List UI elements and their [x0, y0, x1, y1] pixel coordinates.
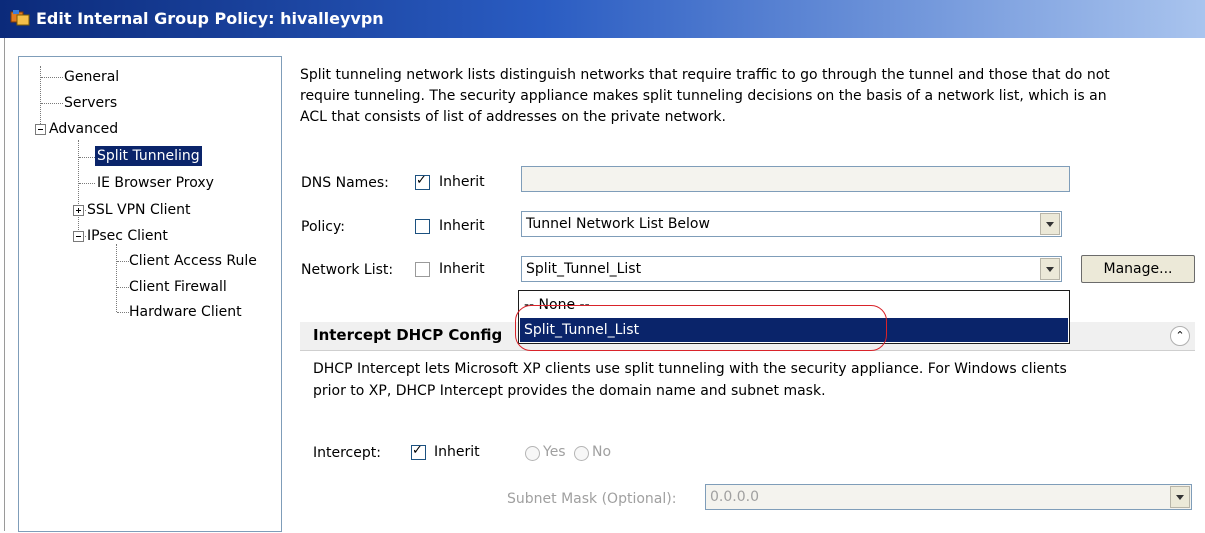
chevron-down-icon[interactable]	[1040, 213, 1060, 235]
tree-item-advanced[interactable]: Advanced	[49, 119, 118, 139]
dhcp-description-line: prior to XP, DHCP Intercept provides the…	[313, 383, 826, 399]
tree-line	[41, 77, 63, 78]
tree-line	[78, 140, 79, 238]
tree-item-hardware-client[interactable]: Hardware Client	[129, 302, 242, 322]
tree-line	[79, 157, 95, 158]
policy-select-value: Tunnel Network List Below	[526, 216, 710, 232]
collapse-ipsec-client-icon[interactable]	[73, 231, 84, 242]
intercept-inherit-label: Inherit	[434, 444, 480, 460]
intercept-yes-label: Yes	[543, 444, 566, 460]
policy-select[interactable]: Tunnel Network List Below	[521, 211, 1062, 237]
description-line: require tunneling. The security applianc…	[300, 88, 1107, 104]
policy-inherit-label: Inherit	[439, 218, 485, 234]
manage-button[interactable]: Manage...	[1081, 255, 1195, 283]
subnet-mask-label: Subnet Mask (Optional):	[507, 491, 677, 507]
tree-item-ipsec-client[interactable]: IPsec Client	[87, 226, 168, 246]
intercept-yes-radio[interactable]	[525, 446, 540, 461]
tree-line	[79, 183, 95, 184]
subnet-mask-select[interactable]: 0.0.0.0	[705, 484, 1192, 510]
tree-item-servers[interactable]: Servers	[64, 93, 117, 113]
chevron-down-icon[interactable]	[1040, 258, 1060, 280]
collapse-section-icon[interactable]: ⌃	[1170, 326, 1190, 346]
policy-label: Policy:	[301, 219, 345, 235]
intercept-no-radio[interactable]	[574, 446, 589, 461]
dns-names-label: DNS Names:	[301, 175, 389, 191]
network-list-inherit-checkbox[interactable]	[415, 262, 430, 277]
network-list-select-value: Split_Tunnel_List	[526, 261, 642, 277]
subnet-mask-value: 0.0.0.0	[710, 489, 759, 505]
dhcp-description: DHCP Intercept lets Microsoft XP clients…	[313, 358, 1183, 402]
network-list-select[interactable]: Split_Tunnel_List	[521, 256, 1062, 282]
policy-inherit-checkbox[interactable]	[415, 219, 430, 234]
intercept-no-label: No	[592, 444, 612, 460]
tree-item-client-access-rule[interactable]: Client Access Rule	[129, 251, 257, 271]
dns-names-field[interactable]	[521, 166, 1070, 192]
collapse-advanced-icon[interactable]	[35, 124, 46, 135]
tree-line	[117, 261, 129, 262]
dns-inherit-checkbox[interactable]	[415, 173, 430, 190]
dns-inherit-label: Inherit	[439, 174, 485, 190]
tree-item-general[interactable]: General	[64, 67, 119, 87]
tree-line	[41, 103, 63, 104]
dhcp-description-line: DHCP Intercept lets Microsoft XP clients…	[313, 361, 1067, 377]
window-title: Edit Internal Group Policy: hivalleyvpn	[36, 9, 384, 28]
app-icon	[10, 10, 30, 26]
intercept-label: Intercept:	[313, 445, 381, 461]
chevron-down-icon[interactable]	[1170, 486, 1190, 508]
description-line: Split tunneling network lists distinguis…	[300, 67, 1110, 83]
intercept-inherit-checkbox[interactable]	[411, 443, 426, 460]
description-line: ACL that consists of list of addresses o…	[300, 109, 726, 125]
network-list-label: Network List:	[301, 262, 394, 278]
tree-line	[40, 66, 41, 132]
tree-line	[116, 244, 117, 312]
dhcp-section-title: Intercept DHCP Config	[313, 326, 503, 344]
split-tunneling-description: Split tunneling network lists distinguis…	[300, 65, 1200, 128]
expand-ssl-vpn-client-icon[interactable]	[73, 205, 84, 216]
highlight-annotation	[515, 305, 887, 351]
tree-item-split-tunneling[interactable]: Split Tunneling	[95, 146, 202, 166]
network-list-inherit-label: Inherit	[439, 261, 485, 277]
tree-line	[117, 287, 129, 288]
tree-item-ie-browser-proxy[interactable]: IE Browser Proxy	[97, 173, 214, 193]
tree-item-ssl-vpn-client[interactable]: SSL VPN Client	[87, 200, 191, 220]
tree-line	[117, 312, 129, 313]
tree-item-client-firewall[interactable]: Client Firewall	[129, 277, 227, 297]
window-titlebar: Edit Internal Group Policy: hivalleyvpn	[0, 0, 1205, 38]
